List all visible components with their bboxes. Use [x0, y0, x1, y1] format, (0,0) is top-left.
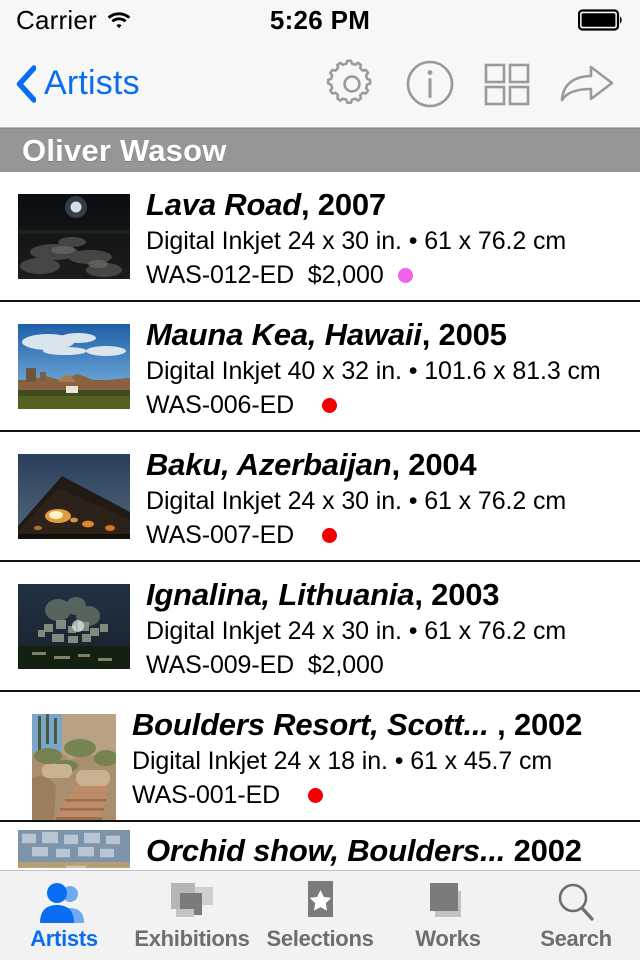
- list-item[interactable]: Mauna Kea, Hawaii, 2005 Digital Inkjet 4…: [0, 302, 640, 432]
- tab-selections[interactable]: Selections: [256, 871, 384, 960]
- work-title: Ignalina, Lithuania: [146, 577, 415, 612]
- work-title-line: Ignalina, Lithuania, 2003: [146, 576, 632, 614]
- work-code: WAS-007-ED: [146, 521, 308, 550]
- tab-artists[interactable]: Artists: [0, 871, 128, 960]
- tab-search[interactable]: Search: [512, 871, 640, 960]
- work-code-line: WAS-007-ED: [146, 518, 632, 552]
- list-item[interactable]: Lava Road, 2007 Digital Inkjet 24 x 30 i…: [0, 172, 640, 302]
- work-title: Mauna Kea, Hawaii: [146, 317, 422, 352]
- work-title-line: Orchid show, Boulders... 2002: [146, 832, 632, 868]
- work-medium: Digital Inkjet 40 x 32 in. • 101.6 x 81.…: [146, 357, 601, 386]
- tab-artists-label: Artists: [30, 926, 98, 951]
- back-button-label: Artists: [44, 64, 140, 102]
- settings-icon[interactable]: [326, 58, 378, 110]
- work-title-line: Mauna Kea, Hawaii, 2005: [146, 316, 632, 354]
- list-item[interactable]: Boulders Resort, Scott... , 2002 Digital…: [0, 692, 640, 822]
- status-bar-right: [578, 9, 624, 31]
- mauna-kea-thumbnail: [18, 324, 130, 409]
- status-dot: [397, 267, 413, 283]
- work-info: Lava Road, 2007 Digital Inkjet 24 x 30 i…: [146, 184, 632, 292]
- grid-icon[interactable]: [482, 59, 532, 109]
- star-card-icon: [293, 879, 347, 923]
- work-info: Baku, Azerbaijan, 2004 Digital Inkjet 24…: [146, 444, 632, 552]
- status-bar: Carrier 5:26 PM: [0, 0, 640, 40]
- work-year: 2002: [505, 833, 582, 868]
- work-medium: Digital Inkjet 24 x 18 in. • 61 x 45.7 c…: [132, 747, 553, 776]
- status-dot: [321, 527, 337, 543]
- work-code-line: WAS-012-ED $2,000: [146, 258, 632, 292]
- navigation-bar: Artists: [0, 40, 640, 128]
- tab-exhibitions-label: Exhibitions: [134, 926, 250, 951]
- tab-selections-label: Selections: [266, 926, 374, 951]
- people-icon: [37, 879, 91, 923]
- tab-exhibitions[interactable]: Exhibitions: [128, 871, 256, 960]
- tab-bar: Artists Exhibitions Selections Works Sea…: [0, 870, 640, 960]
- work-medium: Digital Inkjet 24 x 30 in. • 61 x 76.2 c…: [146, 227, 567, 256]
- work-year: , 2004: [391, 447, 477, 482]
- info-icon[interactable]: [404, 58, 456, 110]
- status-dot: [321, 397, 337, 413]
- work-year: , 2007: [300, 187, 386, 222]
- work-year: , 2003: [414, 577, 500, 612]
- works-list[interactable]: Lava Road, 2007 Digital Inkjet 24 x 30 i…: [0, 172, 640, 870]
- work-year: , 2005: [421, 317, 507, 352]
- work-info: Mauna Kea, Hawaii, 2005 Digital Inkjet 4…: [146, 314, 632, 422]
- magnifier-icon: [549, 879, 603, 923]
- app-root: Carrier 5:26 PM Artists Oliver Wasow Lav…: [0, 0, 640, 960]
- work-title: Orchid show, Boulders...: [146, 833, 506, 868]
- section-header: Oliver Wasow: [0, 128, 640, 172]
- share-icon[interactable]: [558, 59, 616, 109]
- list-item[interactable]: Ignalina, Lithuania, 2003 Digital Inkjet…: [0, 562, 640, 692]
- work-title: Boulders Resort, Scott...: [132, 707, 489, 742]
- tab-search-label: Search: [540, 926, 612, 951]
- back-button[interactable]: Artists: [14, 64, 140, 103]
- work-code: WAS-012-ED $2,000: [146, 261, 384, 290]
- work-year: , 2002: [488, 707, 583, 742]
- clock-label: 5:26 PM: [269, 4, 371, 35]
- work-medium: Digital Inkjet 24 x 30 in. • 61 x 76.2 c…: [146, 617, 567, 646]
- work-info: Orchid show, Boulders... 2002: [146, 830, 632, 868]
- frames-icon: [165, 879, 219, 923]
- list-item[interactable]: Baku, Azerbaijan, 2004 Digital Inkjet 24…: [0, 432, 640, 562]
- work-title-line: Baku, Azerbaijan, 2004: [146, 446, 632, 484]
- tab-works-label: Works: [415, 926, 481, 951]
- boulders-resort-thumbnail: [32, 714, 116, 820]
- work-medium: Digital Inkjet 24 x 30 in. • 61 x 76.2 c…: [146, 487, 567, 516]
- work-code-line: WAS-009-ED $2,000: [146, 648, 632, 682]
- chevron-left-icon: [14, 64, 36, 103]
- work-title-line: Lava Road, 2007: [146, 186, 632, 224]
- work-info: Ignalina, Lithuania, 2003 Digital Inkjet…: [146, 574, 632, 682]
- work-code: WAS-009-ED $2,000: [146, 651, 384, 680]
- baku-thumbnail: [18, 454, 130, 539]
- work-info: Boulders Resort, Scott... , 2002 Digital…: [132, 704, 632, 812]
- orchid-show-thumbnail: [18, 830, 130, 868]
- tab-works[interactable]: Works: [384, 871, 512, 960]
- work-code-line: WAS-001-ED: [132, 778, 632, 812]
- work-title-line: Boulders Resort, Scott... , 2002: [132, 706, 632, 744]
- work-title: Baku, Azerbaijan: [146, 447, 392, 482]
- work-code-line: WAS-006-ED: [146, 388, 632, 422]
- work-title: Lava Road: [146, 187, 301, 222]
- work-code: WAS-006-ED: [146, 391, 308, 420]
- lava-road-thumbnail: [18, 194, 130, 279]
- status-dot: [307, 787, 323, 803]
- section-header-title: Oliver Wasow: [22, 132, 227, 168]
- stacked-squares-icon: [421, 879, 475, 923]
- work-code: WAS-001-ED: [132, 781, 294, 810]
- ignalina-thumbnail: [18, 584, 130, 669]
- list-item[interactable]: Orchid show, Boulders... 2002: [0, 822, 640, 868]
- battery-full-icon: [578, 9, 624, 31]
- nav-actions: [326, 58, 626, 110]
